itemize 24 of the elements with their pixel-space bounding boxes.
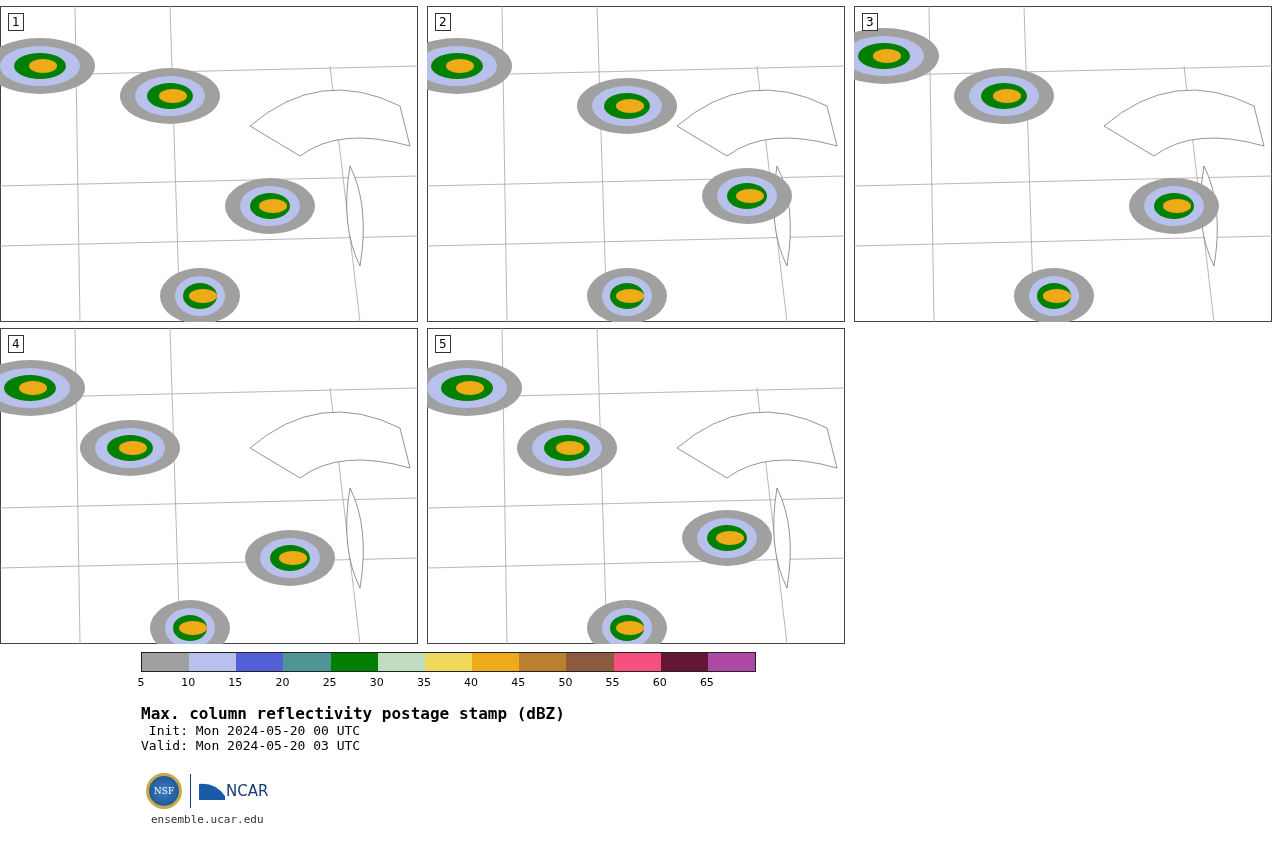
tick-label: 20 xyxy=(275,676,290,689)
tick-label: 10 xyxy=(181,676,196,689)
nsf-logo: NSF xyxy=(146,773,182,809)
panel-number: 3 xyxy=(862,13,878,31)
panel-number: 4 xyxy=(8,335,24,353)
tick-label: 50 xyxy=(558,676,573,689)
tick-label: 5 xyxy=(137,676,145,689)
chart-title: Max. column reflectivity postage stamp (dBZ) xyxy=(141,704,566,723)
panel-number: 1 xyxy=(8,13,24,31)
tick-label: 55 xyxy=(605,676,620,689)
tick-label: 15 xyxy=(228,676,243,689)
ncar-logo: NCAR xyxy=(199,782,269,800)
valid-time: Valid: Mon 2024-05-20 03 UTC xyxy=(141,738,362,753)
website-url: ensemble.ucar.edu xyxy=(151,813,265,826)
tick-label: 35 xyxy=(416,676,431,689)
tick-label: 45 xyxy=(511,676,526,689)
panel-number: 2 xyxy=(435,13,451,31)
tick-label: 25 xyxy=(322,676,337,689)
panel-number: 5 xyxy=(435,335,451,353)
tick-label: 40 xyxy=(464,676,479,689)
tick-label: 65 xyxy=(699,676,714,689)
tick-label: 60 xyxy=(652,676,667,689)
init-time: Init: Mon 2024-05-20 00 UTC xyxy=(147,723,362,738)
tick-label: 30 xyxy=(369,676,384,689)
